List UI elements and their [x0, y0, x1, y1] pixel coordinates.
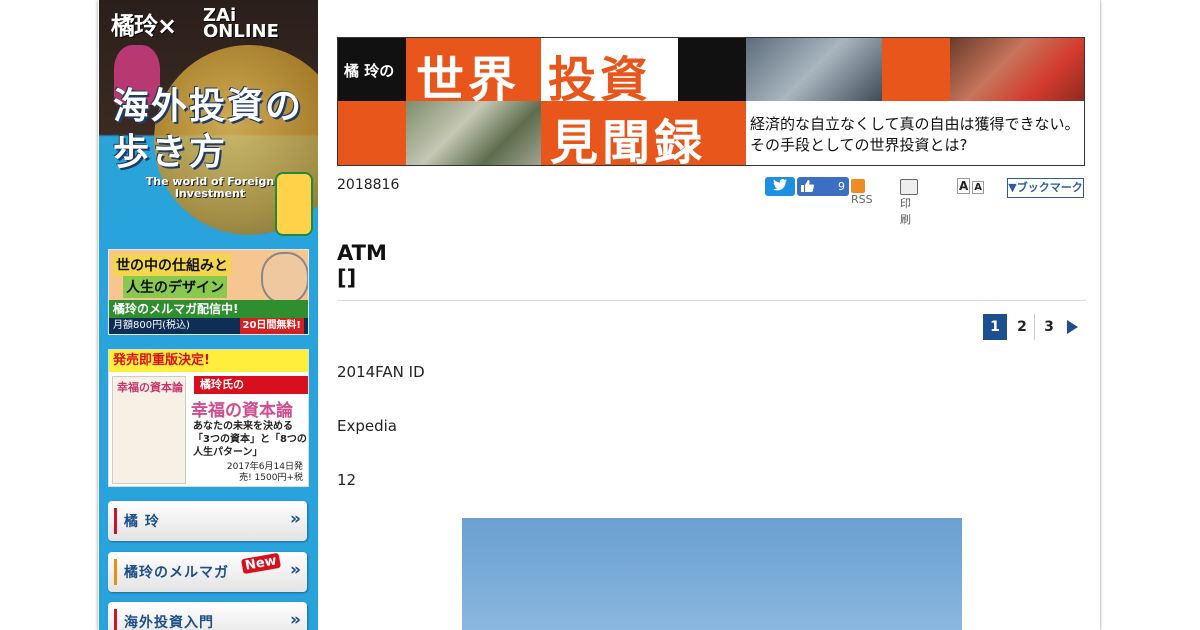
- rss-label: RSS: [851, 193, 873, 206]
- book-banner-desc: あなたの未来を決める「3つの資本」と「8つの人生パターン」: [193, 421, 307, 458]
- mailmag-banner[interactable]: 世の中の仕組みと 人生のデザイン 橘玲のメルマガ配信中! 月額800円(税込) …: [108, 249, 309, 335]
- thumbs-up-icon: [801, 177, 814, 196]
- nav-label: 橘 玲: [124, 514, 160, 530]
- book-cover: 幸福の資本論: [112, 376, 186, 484]
- book-banner[interactable]: 発売即重版決定! 幸福の資本論 橘玲氏の 幸福の資本論 あなたの未来を決める「3…: [108, 349, 309, 487]
- mailmag-banner-free: 20日間無料!: [239, 318, 304, 334]
- print-label: 印刷: [900, 197, 911, 226]
- book-cover-title: 幸福の資本論: [117, 381, 183, 394]
- print-button[interactable]: 印刷: [900, 179, 921, 227]
- title-divider: [337, 300, 1086, 301]
- twitter-share-button[interactable]: [765, 177, 795, 196]
- book-banner-tag: 橘玲氏の: [194, 376, 308, 394]
- font-size-controls: AA: [957, 178, 986, 194]
- font-small-button[interactable]: A: [972, 181, 985, 194]
- nav-foreign-investment-intro[interactable]: 海外投資入門 »: [108, 602, 307, 630]
- double-chevron-icon: »: [290, 560, 301, 580]
- logo-zai-online: ZAi ONLINE: [203, 5, 279, 42]
- hero-block: [338, 101, 406, 165]
- article-date: 2018816: [337, 177, 400, 193]
- hero-tagline: 経済的な自立なくして真の自由は獲得できない。 その手段としての世界投資とは?: [750, 114, 1080, 156]
- facebook-like-button[interactable]: 9: [797, 177, 849, 196]
- author-portrait-illustration: [261, 252, 308, 304]
- twitter-icon: [773, 179, 787, 191]
- hero-office-photo: [746, 38, 882, 101]
- mailmag-banner-line2: 人生のデザイン: [123, 276, 227, 298]
- logo-title: 海外投資の歩き方: [113, 86, 304, 173]
- font-large-button[interactable]: A: [957, 178, 971, 194]
- nav-mailmag[interactable]: 橘玲のメルマガ New »: [108, 552, 307, 592]
- hero-title-part2: 投資: [548, 52, 653, 108]
- double-chevron-icon: »: [290, 509, 301, 529]
- nav-accent-bar: [114, 559, 117, 585]
- site-logo[interactable]: 橘玲× ZAi ONLINE 海外投資の歩き方 The world of For…: [99, 0, 318, 244]
- article-title-line1: ATM: [337, 241, 387, 265]
- nav-accent-bar: [114, 508, 117, 534]
- article-paragraph: 2014FAN ID: [337, 363, 425, 381]
- column-hero-banner[interactable]: 橘 玲の 世界 投資 見聞録 経済的な自立なくして真の自由は獲得できない。 その…: [337, 37, 1085, 166]
- next-page-arrow-icon[interactable]: [1067, 320, 1078, 334]
- rss-icon: [851, 179, 865, 193]
- nav-label: 橘玲のメルマガ: [124, 565, 229, 581]
- mailmag-banner-line3: 橘玲のメルマガ配信中!: [109, 300, 308, 318]
- logo-brand: 橘玲×: [111, 12, 177, 40]
- hero-title-part3: 見聞録: [550, 115, 707, 166]
- new-badge: New: [240, 552, 281, 575]
- rss-link[interactable]: RSS: [851, 179, 873, 206]
- article-photo: [462, 518, 962, 630]
- logo-subtitle: The world of Foreign Investment: [145, 175, 275, 200]
- page-link[interactable]: 3: [1037, 314, 1061, 340]
- like-count: 9: [838, 180, 845, 193]
- nav-label: 海外投資入門: [124, 615, 214, 630]
- soccer-player-illustration: [275, 172, 313, 236]
- page-link-current[interactable]: 1: [983, 314, 1007, 340]
- book-banner-date: 2017年6月14日発売! 1500円+税: [226, 462, 303, 483]
- double-chevron-icon: »: [290, 610, 301, 630]
- page-link[interactable]: 2: [1010, 314, 1035, 340]
- article-title-line2: []: [337, 266, 357, 290]
- hero-block: [678, 38, 746, 101]
- book-banner-title: 幸福の資本論: [191, 401, 293, 421]
- printer-icon: [900, 179, 918, 195]
- article-paragraph: Expedia: [337, 417, 397, 435]
- article-paragraph: 12: [337, 471, 357, 489]
- mailmag-banner-line1: 世の中の仕組みと: [113, 254, 231, 276]
- hero-brand: 橘 玲の: [344, 62, 395, 80]
- sidebar: 橘玲× ZAi ONLINE 海外投資の歩き方 The world of For…: [99, 0, 318, 630]
- hero-tagline-line1: 経済的な自立なくして真の自由は獲得できない。: [750, 115, 1080, 133]
- hero-block: [882, 38, 950, 101]
- hero-money-photo: [406, 101, 541, 165]
- nav-tachibana[interactable]: 橘 玲 »: [108, 501, 307, 541]
- hero-title-part1: 世界: [416, 52, 521, 108]
- book-banner-head: 発売即重版決定!: [109, 350, 308, 372]
- article-title: ATM []: [337, 241, 387, 291]
- nav-accent-bar: [114, 609, 117, 630]
- hero-banknotes-photo: [950, 38, 1084, 101]
- bookmark-button[interactable]: ▼ブックマーク: [1007, 178, 1084, 198]
- hero-tagline-line2: その手段としての世界投資とは?: [750, 136, 968, 154]
